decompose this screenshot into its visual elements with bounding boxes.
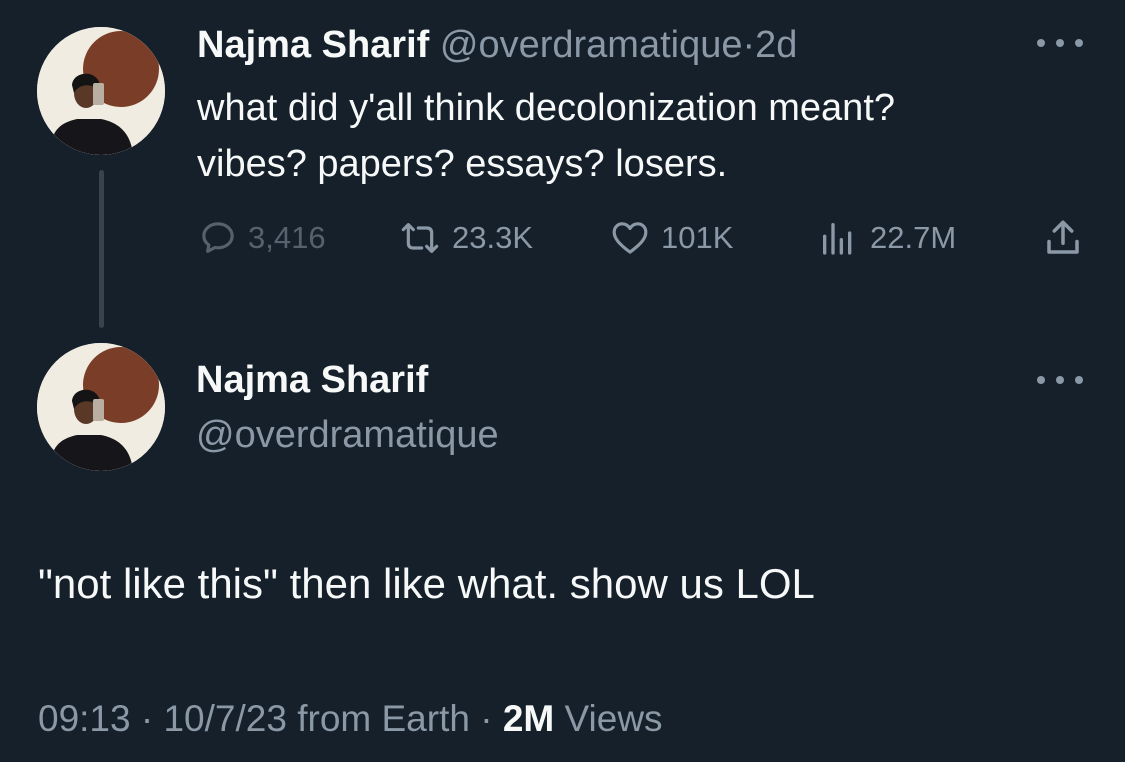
thread-line [99, 170, 104, 328]
like-count: 101K [661, 220, 734, 255]
separator-dot: · [742, 24, 756, 66]
avatar[interactable] [37, 343, 165, 471]
tweet-date[interactable]: 10/7/23 [163, 698, 286, 739]
author-name[interactable]: Najma Sharif [197, 24, 429, 66]
views-button[interactable]: 22.7M [816, 213, 956, 263]
tweet-header: Najma Sharif @overdramatique·2d [197, 20, 797, 70]
tweet-source: from Earth [297, 698, 470, 739]
views-count: 22.7M [870, 220, 957, 255]
more-options-ellipsis-icon[interactable] [1037, 370, 1083, 390]
repost-arrows-icon [401, 223, 439, 253]
bar-chart-icon [823, 223, 852, 255]
repost-count: 23.3K [452, 220, 534, 255]
share-upload-icon [1047, 220, 1079, 254]
tweet-time[interactable]: 09:13 [38, 698, 131, 739]
author-handle[interactable]: @overdramatique [196, 410, 499, 460]
speech-bubble-icon [202, 222, 234, 253]
more-options-ellipsis-icon[interactable] [1037, 33, 1083, 53]
separator-dot: · [480, 698, 493, 739]
tweet-text: what did y'all think decolonization mean… [197, 87, 896, 185]
separator-dot: · [140, 698, 154, 739]
author-handle[interactable]: @overdramatique [440, 24, 743, 66]
tweet-text: "not like this" then like what. show us … [38, 560, 815, 607]
reply-button[interactable]: 3,416 [198, 213, 326, 263]
tweet-metadata: 09:13 · 10/7/23 from Earth · 2M Views [38, 694, 663, 744]
tweet-age[interactable]: 2d [755, 24, 797, 66]
repost-button[interactable]: 23.3K [398, 213, 533, 263]
avatar[interactable] [37, 27, 165, 155]
like-button[interactable]: 101K [609, 213, 733, 263]
reply-count: 3,416 [248, 220, 326, 255]
views-total[interactable]: 2M [503, 698, 554, 739]
share-button[interactable] [1042, 213, 1084, 263]
heart-icon [612, 222, 648, 254]
author-name[interactable]: Najma Sharif [196, 355, 428, 405]
views-label: Views [564, 698, 663, 739]
